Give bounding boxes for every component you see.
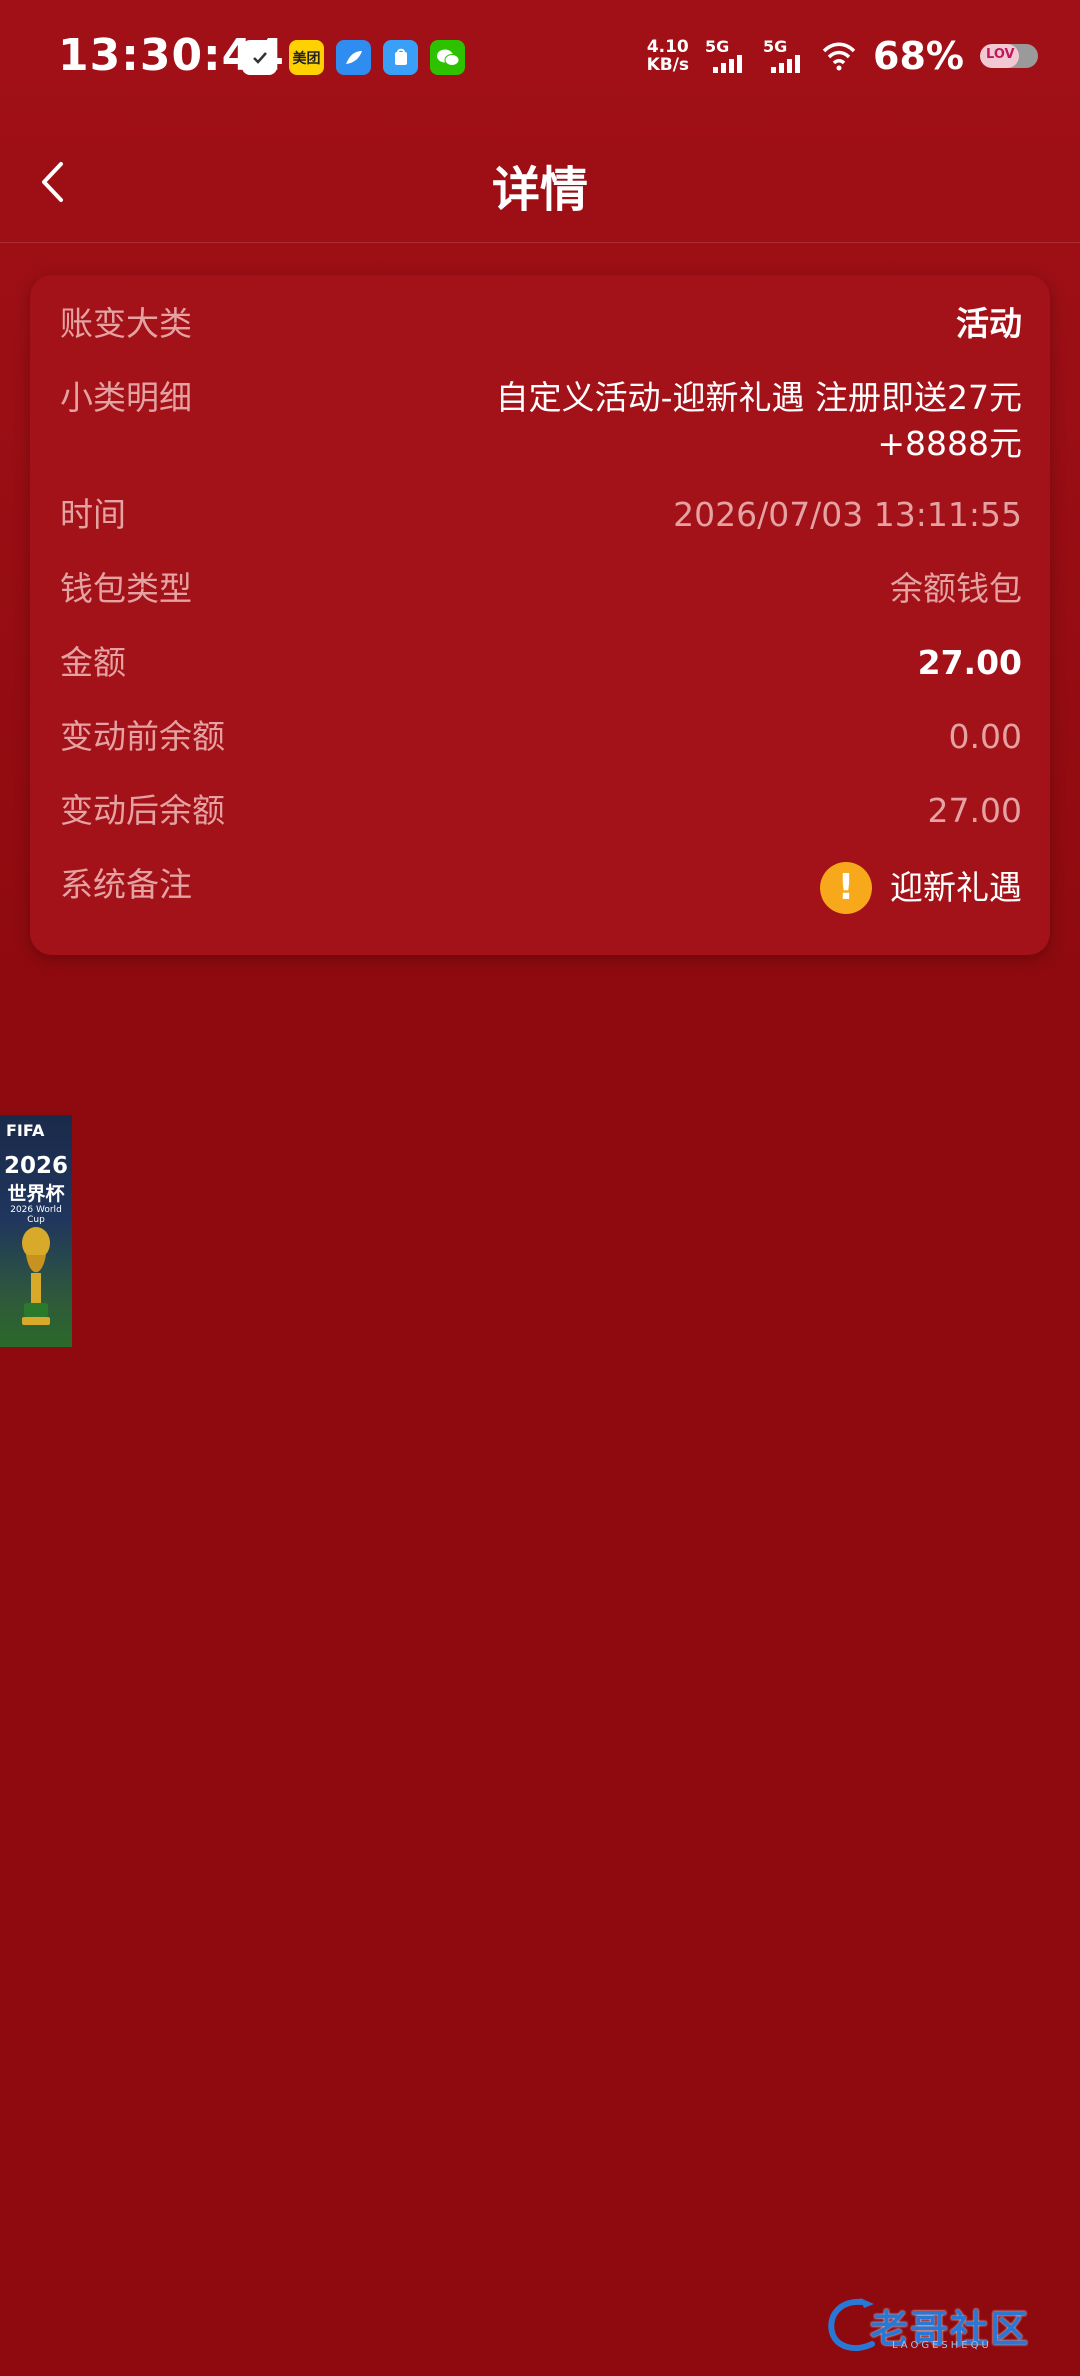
community-watermark: 老哥社区 LAOGESHEQU <box>822 2294 1062 2358</box>
detail-label: 变动后余额 <box>60 791 225 830</box>
feather-app-icon <box>336 40 371 75</box>
detail-value: 余额钱包 <box>890 569 1022 608</box>
detail-label: 账变大类 <box>60 304 192 343</box>
navigation-bar: 详情 <box>0 120 1080 243</box>
detail-label: 变动前余额 <box>60 717 225 756</box>
detail-label: 金额 <box>60 643 126 682</box>
sim2-signal-icon: 5G <box>763 35 805 77</box>
detail-value: 2026/07/03 13:11:55 <box>673 495 1022 534</box>
meituan-app-icon: 美团 <box>289 40 324 75</box>
detail-value: 27.00 <box>927 791 1022 830</box>
detail-value: 自定义活动-迎新礼遇 注册即送27元+8888元 <box>495 378 1022 463</box>
fifa-logo: FIFA <box>6 1121 45 1140</box>
detail-label: 钱包类型 <box>60 569 192 608</box>
remark-value: ! 迎新礼遇 <box>820 862 1022 914</box>
sim1-signal-icon: 5G <box>705 35 747 77</box>
network-speed: 4.10 KB/s <box>646 37 690 75</box>
warning-icon: ! <box>820 862 872 914</box>
status-indicators: 4.10 KB/s 5G 5G 68% LOV <box>647 34 1038 78</box>
wifi-icon <box>822 42 856 71</box>
status-bar: 13:30:44 美团 4.10 KB/s 5G 5G 68% LOV <box>0 0 1080 120</box>
notification-app-icons: 美团 <box>242 40 465 75</box>
detail-card: 账变大类 活动 小类明细 自定义活动-迎新礼遇 注册即送27元+8888元 时间… <box>30 275 1050 955</box>
tasks-app-icon <box>242 40 277 75</box>
remark-text: 迎新礼遇 <box>890 868 1022 907</box>
store-app-icon <box>383 40 418 75</box>
detail-label: 小类明细 <box>60 378 192 417</box>
trophy-icon <box>22 1227 50 1325</box>
detail-value: 活动 <box>956 304 1022 343</box>
detail-label: 系统备注 <box>60 865 192 904</box>
banner-year: 2026 <box>3 1153 68 1179</box>
detail-value: 0.00 <box>948 717 1022 756</box>
detail-label: 时间 <box>60 495 126 534</box>
battery-percent: 68% <box>873 34 964 78</box>
world-cup-floating-banner[interactable]: FIFA 2026 世界杯 2026 World Cup <box>0 1115 72 1347</box>
wechat-app-icon <box>430 40 465 75</box>
page-title: 详情 <box>491 162 588 218</box>
detail-value: 27.00 <box>917 643 1022 682</box>
battery-icon: LOV <box>980 44 1038 68</box>
banner-subtitle: 2026 World Cup <box>10 1205 62 1225</box>
banner-title: 世界杯 <box>7 1183 65 1205</box>
